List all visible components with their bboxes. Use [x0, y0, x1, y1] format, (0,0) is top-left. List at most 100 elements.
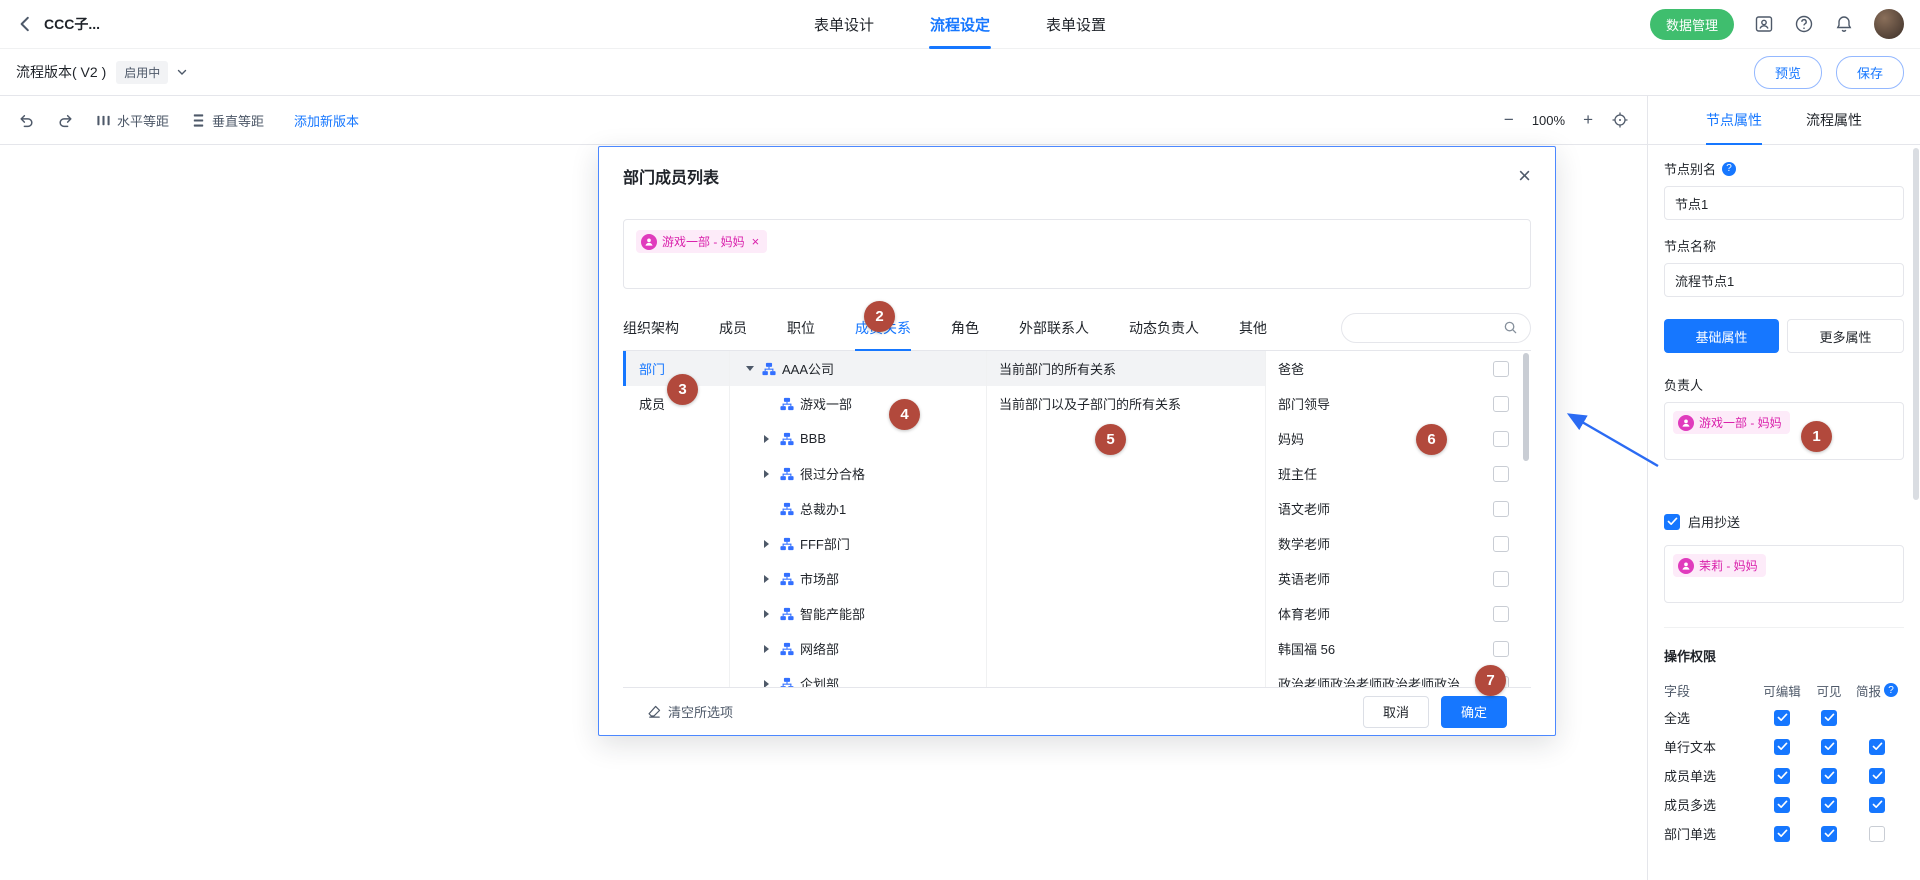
remove-tag-icon[interactable]: × — [752, 235, 760, 248]
vertical-spacing-button[interactable]: 垂直等距 — [191, 111, 264, 130]
expand-icon[interactable] — [764, 470, 774, 478]
tab-other[interactable]: 其他 — [1239, 305, 1267, 350]
expand-icon[interactable] — [764, 435, 774, 443]
avatar[interactable] — [1874, 9, 1904, 39]
more-properties-button[interactable]: 更多属性 — [1787, 319, 1904, 353]
cc-select-area[interactable]: 茉莉 - 妈妈 — [1664, 545, 1904, 603]
tree-node-label[interactable]: 网络部 — [800, 639, 839, 658]
relation-list: 当前部门的所有关系 当前部门以及子部门的所有关系 — [987, 351, 1266, 687]
relation-item[interactable]: 当前部门以及子部门的所有关系 — [987, 386, 1265, 421]
member-checkbox[interactable] — [1493, 466, 1509, 482]
horizontal-spacing-button[interactable]: 水平等距 — [96, 111, 169, 130]
member-checkbox[interactable] — [1493, 501, 1509, 517]
member-list-scrollbar[interactable] — [1523, 353, 1529, 461]
member-checkbox[interactable] — [1493, 536, 1509, 552]
tree-node-label[interactable]: 企划部 — [800, 674, 839, 687]
tab-members[interactable]: 成员 — [719, 305, 747, 350]
cancel-button[interactable]: 取消 — [1363, 696, 1429, 728]
node-alias-input[interactable] — [1664, 186, 1904, 220]
brief-checkbox[interactable] — [1869, 826, 1885, 842]
search-input[interactable] — [1354, 320, 1497, 335]
horizontal-spacing-label: 水平等距 — [117, 111, 169, 130]
expand-icon[interactable] — [764, 610, 774, 618]
visible-checkbox[interactable] — [1821, 797, 1837, 813]
expand-icon[interactable] — [764, 540, 774, 548]
expand-icon[interactable] — [764, 645, 774, 653]
tab-org-structure[interactable]: 组织架构 — [623, 305, 679, 350]
tab-roles[interactable]: 角色 — [951, 305, 979, 350]
save-button[interactable]: 保存 — [1836, 56, 1904, 89]
member-checkbox[interactable] — [1493, 396, 1509, 412]
tab-dynamic-owner[interactable]: 动态负责人 — [1129, 305, 1199, 350]
tab-form-settings[interactable]: 表单设置 — [1046, 0, 1106, 49]
status-badge: 启用中 — [116, 61, 168, 84]
selected-member-tag[interactable]: 游戏一部 - 妈妈 × — [636, 230, 767, 253]
member-checkbox[interactable] — [1493, 641, 1509, 657]
member-checkbox[interactable] — [1493, 606, 1509, 622]
confirm-button[interactable]: 确定 — [1441, 696, 1507, 728]
help-icon[interactable]: ? — [1884, 683, 1898, 697]
close-icon[interactable]: × — [1518, 165, 1531, 187]
member-checkbox[interactable] — [1493, 431, 1509, 447]
collapse-icon[interactable] — [746, 366, 756, 371]
user-card-icon[interactable] — [1754, 14, 1774, 34]
editable-checkbox[interactable] — [1774, 797, 1790, 813]
tab-node-properties[interactable]: 节点属性 — [1706, 96, 1762, 144]
help-icon[interactable]: ? — [1722, 162, 1736, 176]
selected-members-box[interactable]: 游戏一部 - 妈妈 × — [623, 219, 1531, 289]
node-name-input[interactable] — [1664, 263, 1904, 297]
tree-node-label[interactable]: BBB — [800, 431, 826, 446]
cc-tag[interactable]: 茉莉 - 妈妈 — [1673, 554, 1766, 577]
editable-checkbox[interactable] — [1774, 710, 1790, 726]
owner-tag[interactable]: 游戏一部 - 妈妈 — [1673, 411, 1790, 434]
locate-icon[interactable] — [1611, 111, 1629, 129]
preview-button[interactable]: 预览 — [1754, 56, 1822, 89]
redo-icon[interactable] — [57, 112, 74, 129]
visible-checkbox[interactable] — [1821, 768, 1837, 784]
tree-node-label[interactable]: 总裁办1 — [800, 499, 846, 518]
brief-checkbox[interactable] — [1869, 797, 1885, 813]
add-version-button[interactable]: 添加新版本 — [294, 111, 359, 130]
basic-properties-button[interactable]: 基础属性 — [1664, 319, 1779, 353]
editable-checkbox[interactable] — [1774, 768, 1790, 784]
zoom-out-button[interactable]: − — [1504, 110, 1514, 130]
member-checkbox[interactable] — [1493, 361, 1509, 377]
version-bar: 流程版本( V2 ) 启用中 预览 保存 — [0, 49, 1920, 96]
tree-node-label[interactable]: AAA公司 — [782, 359, 834, 378]
brief-checkbox[interactable] — [1869, 768, 1885, 784]
undo-icon[interactable] — [18, 112, 35, 129]
bell-icon[interactable] — [1834, 14, 1854, 34]
relation-item[interactable]: 当前部门的所有关系 — [987, 351, 1265, 386]
expand-icon[interactable] — [764, 575, 774, 583]
data-manage-button[interactable]: 数据管理 — [1650, 9, 1734, 40]
help-icon[interactable] — [1794, 14, 1814, 34]
editable-checkbox[interactable] — [1774, 826, 1790, 842]
tab-flow-properties[interactable]: 流程属性 — [1806, 96, 1862, 144]
tree-node-label[interactable]: 很过分合格 — [800, 464, 865, 483]
expand-icon[interactable] — [764, 680, 774, 688]
department-member-dialog: 部门成员列表 × 游戏一部 - 妈妈 × 组织架构 成员 职位 成员关系 角色 … — [598, 146, 1556, 736]
tab-flow-setting[interactable]: 流程设定 — [930, 0, 990, 49]
owner-select-area[interactable]: 游戏一部 - 妈妈 — [1664, 402, 1904, 460]
member-checkbox[interactable] — [1493, 571, 1509, 587]
panel-scrollbar[interactable] — [1913, 148, 1919, 500]
search-icon[interactable] — [1503, 320, 1518, 335]
visible-checkbox[interactable] — [1821, 826, 1837, 842]
back-icon[interactable] — [16, 15, 34, 33]
visible-checkbox[interactable] — [1821, 739, 1837, 755]
tree-node-label[interactable]: 游戏一部 — [800, 394, 852, 413]
tab-external-contacts[interactable]: 外部联系人 — [1019, 305, 1089, 350]
editable-checkbox[interactable] — [1774, 739, 1790, 755]
tree-node-label[interactable]: 市场部 — [800, 569, 839, 588]
tab-positions[interactable]: 职位 — [787, 305, 815, 350]
clear-selection-button[interactable]: 清空所选项 — [647, 702, 733, 721]
visible-checkbox[interactable] — [1821, 710, 1837, 726]
enable-cc-checkbox[interactable] — [1664, 514, 1680, 530]
zoom-in-button[interactable]: + — [1583, 110, 1593, 130]
chevron-down-icon[interactable] — [176, 66, 188, 78]
tab-form-design[interactable]: 表单设计 — [814, 0, 874, 49]
tree-node-label[interactable]: 智能产能部 — [800, 604, 865, 623]
tree-node: 游戏一部 — [730, 386, 986, 421]
brief-checkbox[interactable] — [1869, 739, 1885, 755]
tree-node-label[interactable]: FFF部门 — [800, 534, 850, 553]
